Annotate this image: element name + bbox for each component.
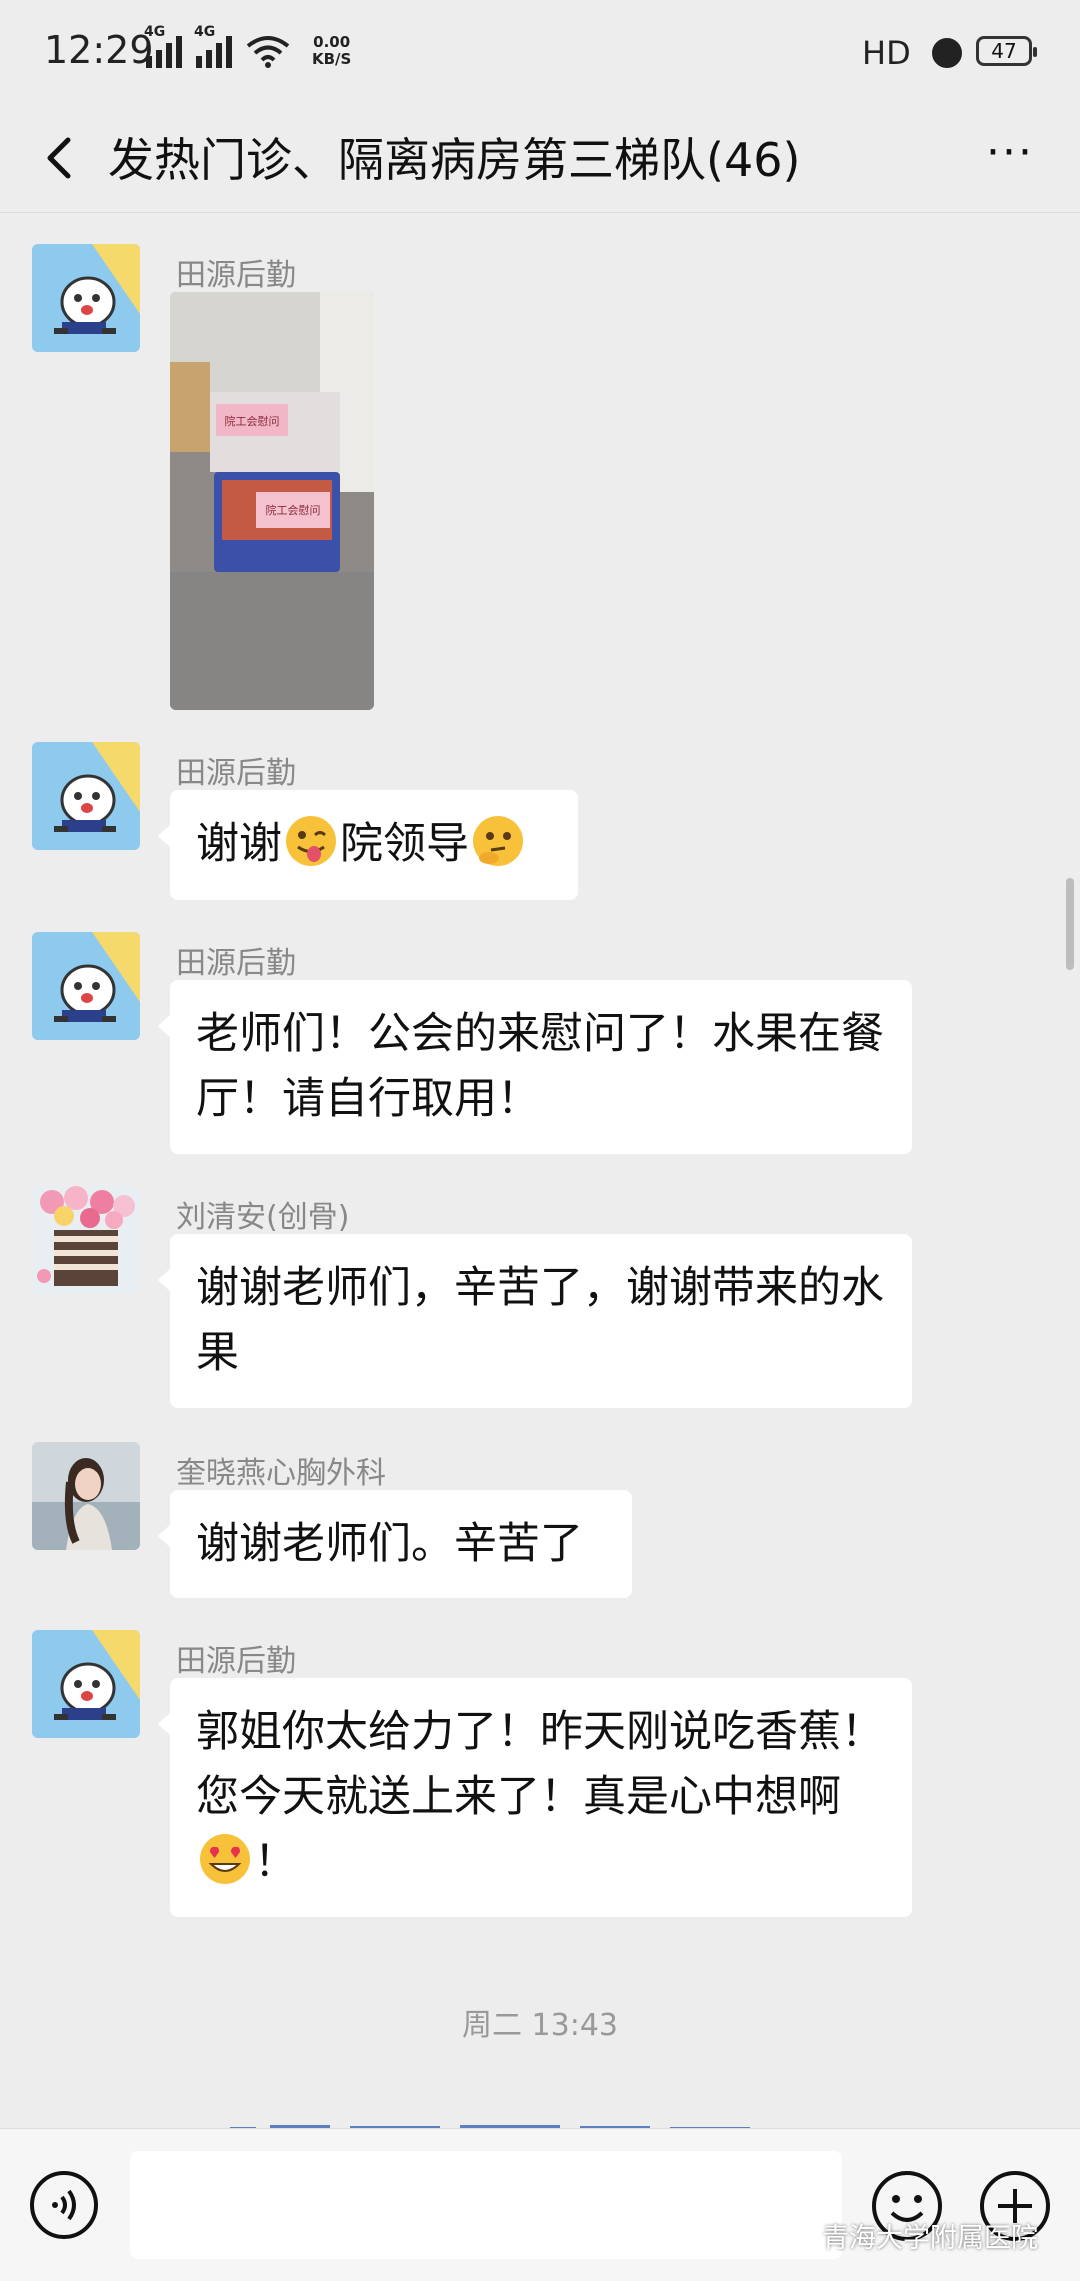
message-bubble[interactable]: 郭姐你太给力了！昨天刚说吃香蕉！您今天就送上来了！真是心中想啊 ！ [158,1678,912,1917]
speed-value: 0.00 [313,33,351,51]
sender-name: 田源后勤 [176,258,296,293]
avatar[interactable] [32,932,140,1040]
tongue-wink-emoji-icon [286,816,336,866]
hd-indicator: HD [862,34,911,72]
status-bar: 12:29 4G 4G 0.00 KB/S HD 47 [0,0,1080,108]
scrollbar[interactable] [1066,878,1074,970]
sender-name: 奎晓燕心胸外科 [176,1456,386,1491]
message-text: ！ [254,1837,297,1887]
back-arrow-icon[interactable] [30,126,90,186]
time-divider: 周二 13:43 [462,2008,618,2043]
message-text: 谢谢 [196,819,282,869]
message-bubble[interactable]: 谢谢 院领导 [158,790,578,900]
avatar[interactable] [32,244,140,352]
thinking-emoji-icon [473,816,523,866]
signal-icon: 4G [144,24,182,68]
message-input[interactable] [130,2151,842,2259]
photo-label: 院工会慰问 [225,414,280,428]
avatar[interactable] [32,1442,140,1550]
wifi-icon [246,36,290,68]
heart-eyes-emoji-icon [200,1834,250,1884]
alarm-icon [932,38,962,68]
message-bubble[interactable]: 老师们！公会的来慰问了！水果在餐厅！请自行取用！ [158,980,912,1154]
photo-message[interactable]: 院工会慰问 院工会慰问 [170,292,374,710]
network-type-1: 4G [144,24,166,40]
avatar[interactable] [32,1186,140,1294]
more-icon[interactable]: ··· [970,128,1050,188]
wechat-icon [782,2223,813,2247]
voice-icon[interactable] [28,2169,100,2241]
message-text: 院领导 [340,819,469,869]
battery-icon: 47 [976,36,1037,66]
battery-level: 47 [991,39,1017,63]
sender-name: 田源后勤 [176,1644,296,1679]
network-type-2: 4G [194,24,216,40]
avatar[interactable] [32,1630,140,1738]
photo-label: 院工会慰问 [266,503,321,517]
watermark-text: 青海大学附属医院 [822,2223,1038,2254]
chat-title: 发热门诊、隔离病房第三梯队(46) [108,133,801,187]
message-bubble[interactable]: 谢谢老师们。辛苦了 [158,1490,632,1598]
sender-name: 田源后勤 [176,946,296,981]
chat-header: 发热门诊、隔离病房第三梯队(46) ··· [0,108,1080,213]
signal-icon: 4G [194,24,232,68]
message-text: 郭姐你太给力了！昨天刚说吃香蕉！您今天就送上来了！真是心中想啊 [196,1707,884,1822]
sender-name: 刘清安(创骨) [176,1200,350,1235]
avatar[interactable] [32,742,140,850]
speed-unit: KB/S [312,50,352,68]
sender-name: 田源后勤 [176,756,296,791]
watermark: 青海大学附属医院 [782,2216,1038,2255]
message-bubble[interactable]: 谢谢老师们，辛苦了，谢谢带来的水果 [158,1234,912,1408]
network-speed: 0.00 KB/S [312,34,351,68]
status-time: 12:29 [44,28,154,72]
input-bar [0,2128,1080,2281]
